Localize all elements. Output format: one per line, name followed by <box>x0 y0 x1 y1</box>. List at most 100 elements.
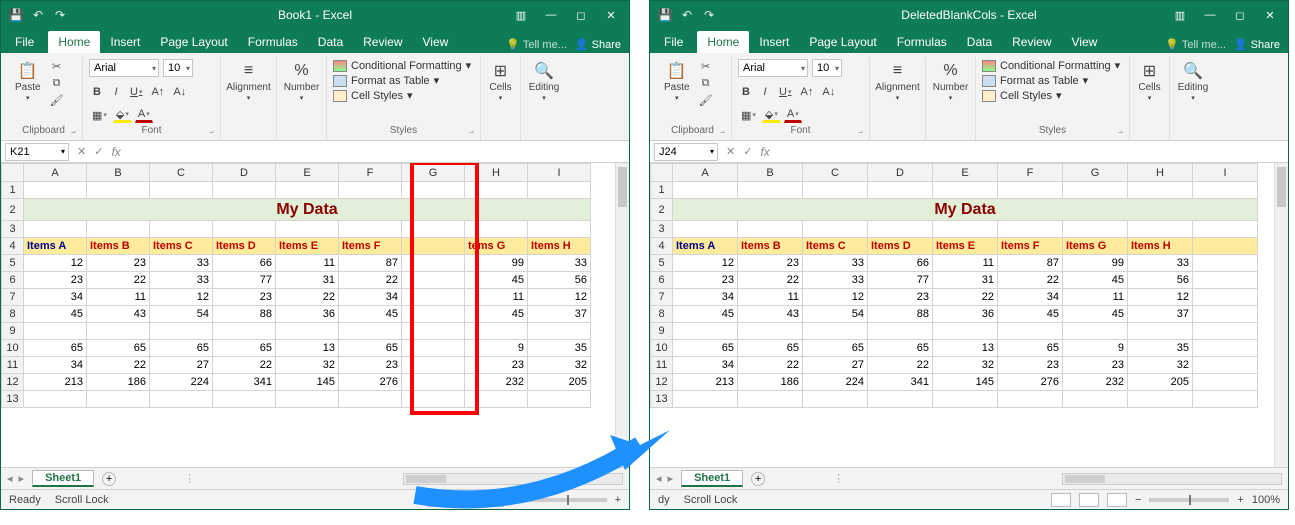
tab-formulas[interactable]: Formulas <box>238 31 308 53</box>
column-header[interactable]: H <box>465 164 528 182</box>
table-cell[interactable]: 33 <box>803 272 868 289</box>
table-cell[interactable] <box>213 221 276 238</box>
underline-button[interactable]: U <box>127 84 145 100</box>
row-header[interactable]: 2 <box>651 199 673 221</box>
table-cell[interactable]: 35 <box>528 340 591 357</box>
row-header[interactable]: 5 <box>2 255 24 272</box>
table-cell[interactable] <box>1063 323 1128 340</box>
redo-icon[interactable]: ↷ <box>53 8 67 22</box>
table-header[interactable]: Items F <box>339 238 402 255</box>
table-header[interactable]: Items C <box>150 238 213 255</box>
table-cell[interactable]: 12 <box>673 255 738 272</box>
new-sheet-icon[interactable]: + <box>102 472 116 486</box>
table-cell[interactable] <box>673 391 738 408</box>
table-cell[interactable] <box>24 323 87 340</box>
table-header[interactable] <box>402 238 465 255</box>
number-format-button[interactable]: %Number▾ <box>932 59 969 104</box>
conditional-formatting-button[interactable]: Conditional Formatting▾ <box>333 59 474 72</box>
table-cell[interactable]: 65 <box>150 340 213 357</box>
table-cell[interactable] <box>1193 340 1258 357</box>
tab-file[interactable]: File <box>1 31 48 53</box>
table-cell[interactable]: 205 <box>1128 374 1193 391</box>
worksheet-grid[interactable]: ABCDEFGHI12My Data34Items AItems BItems … <box>650 163 1288 467</box>
table-cell[interactable] <box>87 391 150 408</box>
table-cell[interactable] <box>150 323 213 340</box>
table-cell[interactable] <box>528 391 591 408</box>
row-header[interactable]: 9 <box>651 323 673 340</box>
table-header[interactable]: Items D <box>868 238 933 255</box>
table-cell[interactable]: 23 <box>673 272 738 289</box>
table-cell[interactable] <box>1193 357 1258 374</box>
table-cell[interactable] <box>998 221 1063 238</box>
bold-button[interactable]: B <box>89 84 105 100</box>
cells-button[interactable]: ⊞Cells▾ <box>1136 59 1163 104</box>
font-name-combo[interactable]: Arial <box>89 59 159 77</box>
sheet-nav-prev-icon[interactable]: ◂ <box>656 472 662 485</box>
table-cell[interactable] <box>402 391 465 408</box>
table-cell[interactable]: 45 <box>24 306 87 323</box>
tab-view[interactable]: View <box>413 31 459 53</box>
table-cell[interactable]: 11 <box>276 255 339 272</box>
sheet-tab[interactable]: Sheet1 <box>32 470 94 487</box>
table-cell[interactable]: 22 <box>339 272 402 289</box>
paste-button[interactable]: 📋Paste▾ <box>11 59 45 104</box>
worksheet-grid[interactable]: ABCDEFGHI12My Data34Items AItems BItems … <box>1 163 629 467</box>
table-cell[interactable]: 23 <box>1063 357 1128 374</box>
format-painter-icon[interactable]: 🖌 <box>49 93 65 107</box>
table-cell[interactable]: 11 <box>87 289 150 306</box>
table-cell[interactable] <box>339 182 402 199</box>
new-sheet-icon[interactable]: + <box>751 472 765 486</box>
table-cell[interactable]: 23 <box>465 357 528 374</box>
table-cell[interactable] <box>738 182 803 199</box>
table-cell[interactable] <box>673 323 738 340</box>
column-header[interactable]: A <box>673 164 738 182</box>
table-cell[interactable]: 22 <box>213 357 276 374</box>
borders-button[interactable]: ▦ <box>738 107 759 123</box>
column-header[interactable]: F <box>339 164 402 182</box>
table-cell[interactable] <box>402 182 465 199</box>
table-cell[interactable]: 77 <box>868 272 933 289</box>
column-header[interactable]: G <box>1063 164 1128 182</box>
table-cell[interactable]: 33 <box>1128 255 1193 272</box>
table-cell[interactable]: 34 <box>24 289 87 306</box>
table-header[interactable] <box>1193 238 1258 255</box>
format-as-table-button[interactable]: Format as Table▾ <box>982 74 1123 87</box>
decrease-font-icon[interactable]: A↓ <box>819 84 838 100</box>
fill-color-button[interactable]: ⬙ <box>762 107 781 123</box>
table-cell[interactable]: 232 <box>1063 374 1128 391</box>
table-cell[interactable] <box>1128 323 1193 340</box>
table-cell[interactable] <box>933 182 998 199</box>
table-cell[interactable]: 205 <box>528 374 591 391</box>
table-cell[interactable]: 37 <box>528 306 591 323</box>
tell-me[interactable]: 💡 Tell me... <box>1165 38 1226 51</box>
table-cell[interactable] <box>803 221 868 238</box>
row-header[interactable]: 8 <box>651 306 673 323</box>
cell-styles-button[interactable]: Cell Styles▾ <box>982 89 1123 102</box>
table-cell[interactable]: 65 <box>339 340 402 357</box>
vertical-scrollbar[interactable] <box>1274 163 1288 467</box>
table-cell[interactable]: 36 <box>276 306 339 323</box>
sheet-nav-prev-icon[interactable]: ◂ <box>7 472 13 485</box>
table-cell[interactable] <box>150 391 213 408</box>
column-header[interactable]: I <box>1193 164 1258 182</box>
table-cell[interactable] <box>87 323 150 340</box>
table-cell[interactable]: 23 <box>998 357 1063 374</box>
tell-me[interactable]: 💡 Tell me... <box>506 38 567 51</box>
table-cell[interactable]: 22 <box>738 357 803 374</box>
row-header[interactable]: 11 <box>2 357 24 374</box>
table-cell[interactable]: 54 <box>150 306 213 323</box>
table-cell[interactable] <box>339 391 402 408</box>
column-header[interactable]: B <box>87 164 150 182</box>
table-cell[interactable]: 65 <box>868 340 933 357</box>
close-icon[interactable]: ✕ <box>1256 5 1284 25</box>
table-cell[interactable]: 23 <box>868 289 933 306</box>
table-cell[interactable] <box>402 374 465 391</box>
table-cell[interactable]: 12 <box>803 289 868 306</box>
table-cell[interactable] <box>933 391 998 408</box>
sheet-tab[interactable]: Sheet1 <box>681 470 743 487</box>
table-cell[interactable] <box>868 182 933 199</box>
table-cell[interactable]: 145 <box>276 374 339 391</box>
table-cell[interactable] <box>465 323 528 340</box>
table-cell[interactable]: 22 <box>87 357 150 374</box>
table-cell[interactable] <box>402 289 465 306</box>
